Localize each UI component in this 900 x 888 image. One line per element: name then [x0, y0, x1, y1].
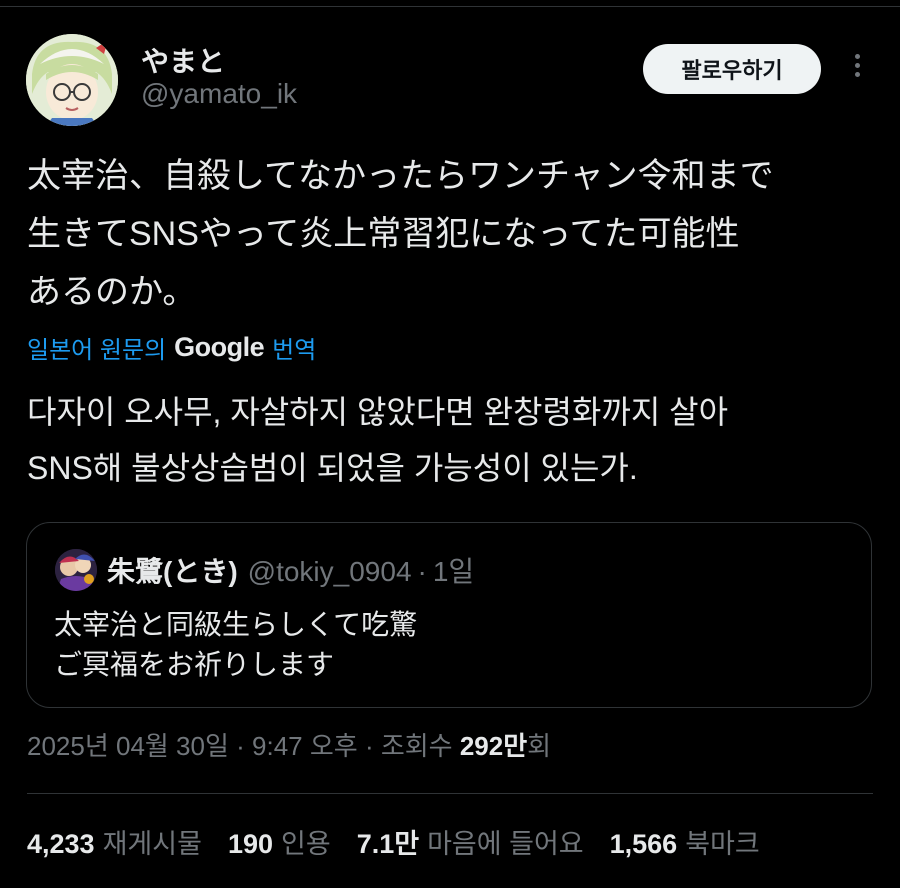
quote-timestamp[interactable]: 1일 — [433, 550, 474, 590]
translation-attribution[interactable]: 일본어 원문의 Google 번역 — [27, 330, 316, 365]
translated-text: 다자이 오사무, 자살하지 않았다면 완창령화까지 살아 SNS해 불상상습범이… — [27, 394, 729, 486]
bookmarks-stat[interactable]: 1,566 북마크 — [610, 822, 760, 861]
anime-group-avatar-icon — [55, 549, 97, 591]
author-display-name[interactable]: やまと — [141, 40, 225, 80]
quote-avatar[interactable] — [55, 549, 97, 591]
top-divider — [0, 6, 900, 7]
tweet-meta: 2025년 04월 30일 · 9:47 오후 · 조회수 292만회 — [27, 726, 551, 763]
author-avatar[interactable] — [26, 34, 118, 126]
bookmarks-count: 1,566 — [609, 829, 678, 859]
tweet-text: 太宰治、自殺してなかったらワンチャン令和まで 生きてSNSやって炎上常習犯になっ… — [27, 157, 774, 311]
meta-separator: · — [236, 731, 245, 761]
likes-label: 마음에 들어요 — [427, 829, 584, 859]
quote-separator: · — [417, 556, 427, 587]
author-handle[interactable]: @yamato_ik — [141, 78, 297, 110]
follow-button[interactable]: 팔로우하기 — [643, 44, 821, 94]
bookmarks-label: 북마크 — [685, 829, 760, 859]
more-options-button[interactable] — [846, 50, 868, 86]
quote-display-name[interactable]: 朱鷺(とき) — [107, 550, 238, 590]
stats-divider — [27, 793, 873, 794]
more-dots-icon-dot — [854, 63, 860, 68]
google-logo: Google — [174, 332, 265, 362]
views-suffix: 회 — [527, 731, 552, 761]
reposts-count: 4,233 — [27, 829, 95, 859]
quote-text: 太宰治と同級生らしくて吃驚 ご冥福をお祈りします — [54, 609, 418, 680]
translation-prefix: 일본어 원문의 — [27, 337, 167, 364]
quotes-label: 인용 — [281, 829, 331, 859]
views-label: 조회수 — [380, 731, 453, 761]
reposts-stat[interactable]: 4,233 재게시물 — [27, 822, 202, 861]
quote-header: 朱鷺(とき) @tokiy_0904 · 1일 — [107, 550, 474, 590]
likes-count: 7.1만 — [356, 829, 420, 859]
quote-handle[interactable]: @tokiy_0904 — [248, 556, 412, 588]
quotes-count: 190 — [227, 829, 274, 859]
translation-suffix: 번역 — [272, 337, 317, 364]
views-count: 292만 — [459, 731, 528, 761]
more-dots-icon — [854, 54, 860, 59]
tweet-time[interactable]: 9:47 오후 — [252, 731, 358, 761]
likes-stat[interactable]: 7.1만 마음에 들어요 — [357, 822, 584, 861]
reposts-label: 재게시물 — [102, 829, 202, 859]
anime-character-avatar-icon — [26, 34, 118, 126]
engagement-stats: 4,233 재게시물 190 인용 7.1만 마음에 들어요 1,566 북마크 — [27, 822, 786, 861]
tweet-date[interactable]: 2025년 04월 30일 — [27, 731, 229, 761]
quotes-stat[interactable]: 190 인용 — [228, 822, 331, 861]
more-dots-icon-dot — [854, 72, 860, 77]
meta-separator: · — [364, 731, 374, 761]
quoted-tweet-card[interactable]: 朱鷺(とき) @tokiy_0904 · 1일 太宰治と同級生らしくて吃驚 ご冥… — [26, 522, 872, 708]
